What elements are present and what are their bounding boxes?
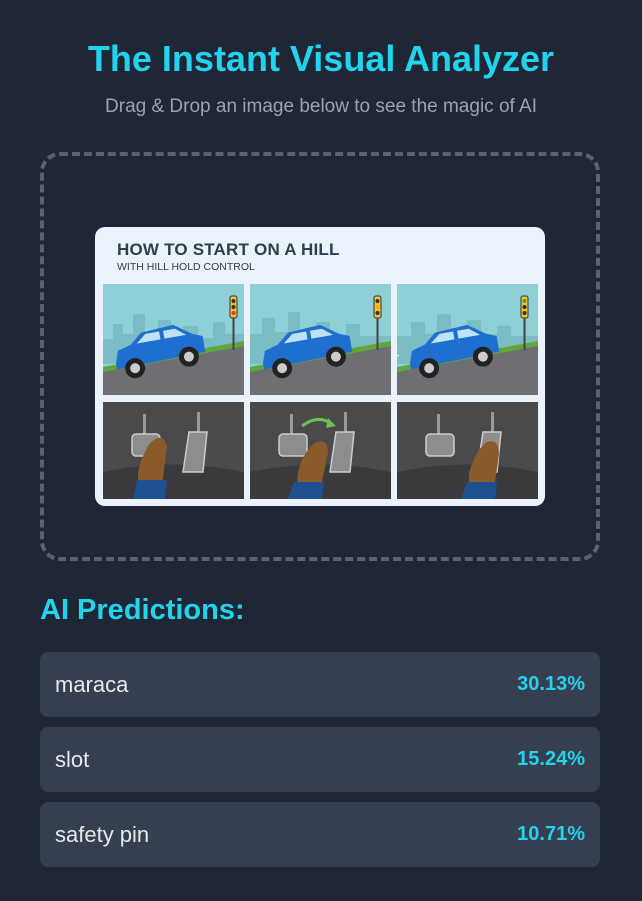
scene-pedals-brake	[103, 402, 244, 499]
prediction-confidence: 15.24%	[517, 748, 585, 770]
preview-image-subtitle: WITH HILL HOLD CONTROL	[117, 261, 255, 273]
prediction-item: safety pin 10.71%	[40, 802, 600, 867]
scene-car-hill-1	[103, 284, 244, 395]
prediction-item: maraca 30.13%	[40, 652, 600, 717]
preview-image-title: HOW TO START ON A HILL	[117, 240, 340, 259]
prediction-label: maraca	[55, 672, 129, 697]
prediction-label: slot	[55, 747, 90, 772]
prediction-label: safety pin	[55, 822, 150, 847]
prediction-confidence: 30.13%	[517, 673, 585, 695]
scene-car-hill-3	[397, 284, 538, 395]
page-subtitle: Drag & Drop an image below to see the ma…	[105, 96, 537, 117]
prediction-confidence: 10.71%	[517, 823, 585, 845]
scene-pedals-accelerator	[397, 402, 538, 499]
uploaded-image-preview: HOW TO START ON A HILL WITH HILL HOLD CO…	[95, 227, 545, 506]
page-title: The Instant Visual Analyzer	[87, 38, 555, 79]
scene-pedals-switch	[250, 402, 391, 499]
page: The Instant Visual Analyzer Drag & Drop …	[0, 0, 642, 901]
prediction-item: slot 15.24%	[40, 727, 600, 792]
scene-car-hill-2	[250, 284, 391, 395]
predictions-heading: AI Predictions:	[40, 594, 245, 626]
